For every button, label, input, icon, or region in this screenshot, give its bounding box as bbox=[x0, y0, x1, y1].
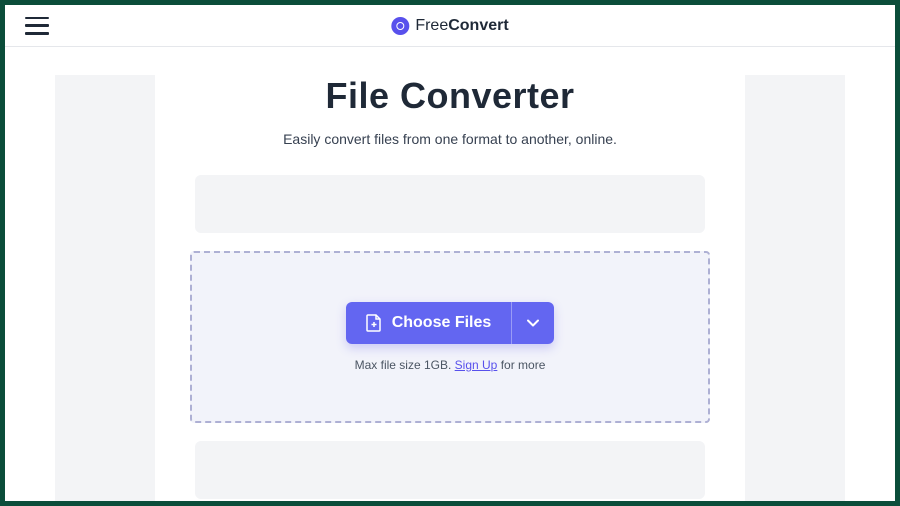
choose-files-button-group: Choose Files bbox=[346, 302, 555, 344]
logo-icon bbox=[391, 17, 409, 35]
choose-files-label: Choose Files bbox=[392, 314, 492, 332]
signup-link[interactable]: Sign Up bbox=[455, 358, 498, 372]
file-dropzone[interactable]: Choose Files Max file size 1GB. Sign Up … bbox=[190, 251, 710, 423]
brand-suffix: Convert bbox=[448, 17, 508, 34]
note-suffix: for more bbox=[497, 358, 545, 372]
choose-files-dropdown-button[interactable] bbox=[512, 302, 554, 344]
brand-name: FreeConvert bbox=[415, 17, 508, 35]
ad-slot-top bbox=[195, 175, 705, 233]
ad-rail-right bbox=[745, 75, 845, 501]
main-column: File Converter Easily convert files from… bbox=[155, 47, 745, 501]
choose-files-button[interactable]: Choose Files bbox=[346, 302, 513, 344]
ad-slot-bottom bbox=[195, 441, 705, 499]
file-add-icon bbox=[366, 314, 382, 332]
note-prefix: Max file size 1GB. bbox=[355, 358, 455, 372]
page-title: File Converter bbox=[325, 75, 574, 117]
ad-rail-left bbox=[55, 75, 155, 501]
hamburger-menu-icon[interactable] bbox=[25, 17, 49, 35]
brand-prefix: Free bbox=[415, 17, 448, 34]
brand-logo[interactable]: FreeConvert bbox=[391, 17, 508, 35]
max-file-size-note: Max file size 1GB. Sign Up for more bbox=[355, 358, 546, 372]
page-subtitle: Easily convert files from one format to … bbox=[283, 131, 617, 147]
chevron-down-icon bbox=[527, 319, 539, 327]
content: File Converter Easily convert files from… bbox=[5, 47, 895, 501]
header: FreeConvert bbox=[5, 5, 895, 47]
